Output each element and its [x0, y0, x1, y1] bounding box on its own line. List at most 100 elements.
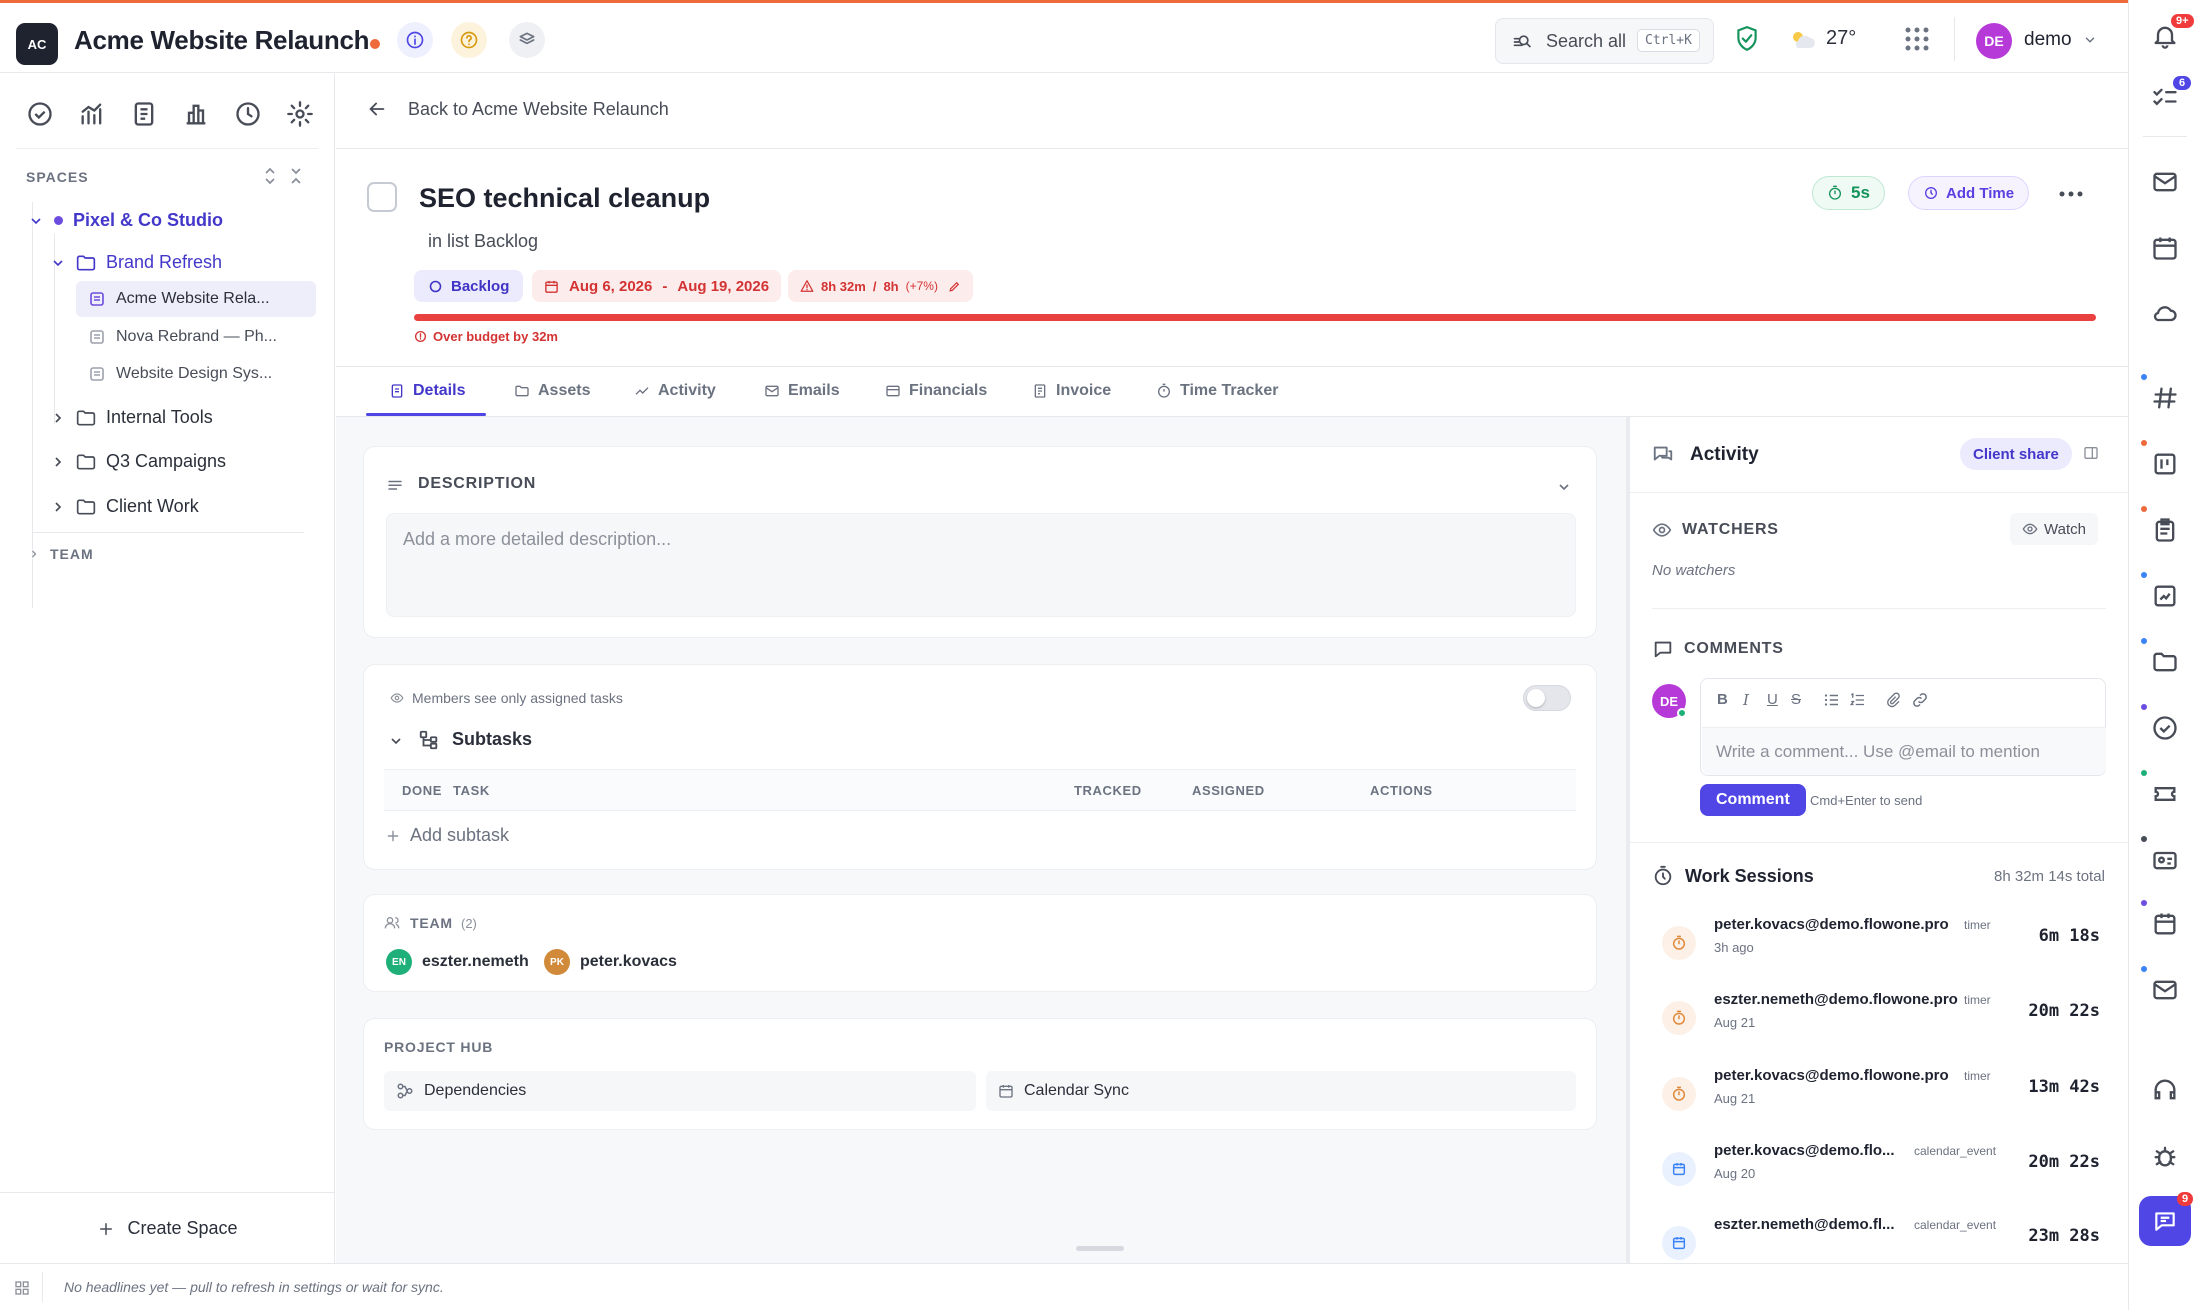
tab-time-tracker[interactable]: Time Tracker — [1156, 382, 1278, 400]
contacts-icon[interactable] — [2151, 846, 2179, 874]
apps-grid-icon[interactable] — [1903, 25, 1931, 53]
headset-icon[interactable] — [2151, 1076, 2179, 1104]
folder-item-brand-refresh[interactable]: Brand Refresh — [50, 252, 222, 273]
clock-icon[interactable] — [234, 100, 262, 128]
global-search[interactable]: Search all Ctrl+K — [1495, 18, 1714, 64]
work-session-row[interactable]: eszter.nemeth@demo.fl... calendar_event 23… — [1652, 1212, 2112, 1260]
tab-financials[interactable]: Financials — [885, 382, 987, 400]
dependencies-link[interactable]: Dependencies — [384, 1071, 976, 1111]
team-member[interactable]: EN eszter.nemeth — [386, 949, 529, 975]
hashtag-icon[interactable] — [2151, 384, 2179, 412]
info-button[interactable] — [397, 22, 433, 58]
check-circle-icon[interactable] — [2151, 714, 2179, 742]
warning-icon — [800, 280, 814, 292]
resize-handle[interactable] — [1076, 1246, 1124, 1251]
visibility-note: Members see only assigned tasks — [412, 690, 623, 706]
bullet-list-icon[interactable] — [1823, 691, 1841, 709]
client-share-button[interactable]: Client share — [1960, 438, 2072, 470]
paperclip-icon[interactable] — [1885, 691, 1901, 709]
create-space-button[interactable]: Create Space — [0, 1192, 335, 1264]
chevron-down-icon[interactable] — [1556, 479, 1572, 495]
strikethrough-button[interactable]: S — [1791, 691, 1801, 708]
work-session-row[interactable]: eszter.nemeth@demo.flowone.pro timer Aug 2… — [1652, 987, 2112, 1057]
user-avatar[interactable]: DE — [1976, 23, 2012, 59]
list-item-acme[interactable]: Acme Website Rela... — [90, 290, 270, 308]
no-watchers-text: No watchers — [1652, 562, 1736, 579]
comment-submit-button[interactable]: Comment — [1700, 784, 1806, 816]
document-icon[interactable] — [130, 100, 158, 128]
description-input[interactable]: Add a more detailed description... — [386, 513, 1576, 617]
folder-item-client-work[interactable]: Client Work — [50, 496, 199, 517]
calendar-icon — [999, 1085, 1013, 1098]
folder-item-q3-campaigns[interactable]: Q3 Campaigns — [50, 451, 226, 472]
tab-activity[interactable]: Activity — [634, 382, 716, 400]
bug-icon[interactable] — [2151, 1142, 2179, 1170]
workspace-logo[interactable]: AC — [16, 23, 58, 65]
chevron-down-icon[interactable] — [388, 733, 404, 749]
watch-button[interactable]: Watch — [2010, 513, 2098, 545]
collapse-all-icon[interactable] — [288, 166, 304, 186]
calendar-icon[interactable] — [2151, 234, 2179, 262]
add-time-button[interactable]: Add Time — [1908, 176, 2030, 210]
date-range-chip[interactable]: Aug 6, 2026 - Aug 19, 2026 — [532, 270, 782, 302]
grid-icon[interactable] — [14, 1280, 30, 1296]
team-section[interactable]: TEAM — [28, 546, 94, 562]
status-chip[interactable]: Backlog — [414, 270, 524, 302]
more-options-icon[interactable] — [2058, 190, 2084, 198]
time-budget-chip[interactable]: 8h 32m / 8h (+7%) — [788, 270, 973, 302]
sort-icon[interactable] — [262, 166, 278, 186]
help-button[interactable] — [451, 22, 487, 58]
shield-check-icon[interactable] — [1734, 25, 1760, 53]
user-name[interactable]: demo — [2024, 29, 2072, 51]
bar-chart-icon[interactable] — [182, 100, 210, 128]
italic-button[interactable]: I — [1743, 691, 1749, 709]
layers-button[interactable] — [509, 22, 545, 58]
report-icon[interactable] — [2151, 582, 2179, 610]
space-name: Pixel & Co Studio — [73, 210, 224, 230]
back-link[interactable]: Back to Acme Website Relaunch — [366, 98, 669, 120]
tab-emails[interactable]: Emails — [764, 382, 840, 400]
clipboard-icon[interactable] — [2151, 516, 2179, 544]
underline-button[interactable]: U — [1767, 691, 1778, 708]
timer-icon — [1662, 1077, 1696, 1111]
session-duration: 23m 28s — [2028, 1226, 2100, 1246]
comment-editor[interactable]: B I U S Write a comment... Use @email to… — [1700, 678, 2106, 776]
cloud-icon[interactable] — [2151, 299, 2179, 327]
sidebar-collapse-icon[interactable] — [2083, 445, 2099, 461]
tab-assets[interactable]: Assets — [514, 382, 590, 400]
space-item[interactable]: Pixel & Co Studio — [28, 210, 223, 231]
tab-invoice[interactable]: Invoice — [1032, 382, 1111, 400]
calendar-event-icon[interactable] — [2151, 910, 2179, 938]
calendar-sync-link[interactable]: Calendar Sync — [986, 1071, 1576, 1111]
work-session-row[interactable]: peter.kovacs@demo.flowone.pro timer 3h ago… — [1652, 912, 2112, 982]
list-item-nova[interactable]: Nova Rebrand — Ph... — [90, 328, 277, 346]
mail-send-icon[interactable] — [2151, 976, 2179, 1004]
team-member[interactable]: PK peter.kovacs — [544, 949, 677, 975]
work-session-row[interactable]: peter.kovacs@demo.flowone.pro timer Aug 21… — [1652, 1063, 2112, 1133]
budget-progress-bar — [414, 314, 2096, 321]
tab-details[interactable]: Details — [389, 382, 465, 400]
list-item-website-design[interactable]: Website Design Sys... — [90, 365, 272, 383]
ticket-icon[interactable] — [2151, 780, 2179, 808]
board-icon[interactable] — [2151, 450, 2179, 478]
add-subtask-button[interactable]: Add subtask — [386, 825, 509, 846]
timer-chip[interactable]: 5s — [1812, 176, 1885, 210]
work-sessions-total: 8h 32m 14s total — [1994, 868, 2105, 885]
folder-icon[interactable] — [2151, 648, 2179, 676]
task-complete-checkbox[interactable] — [367, 182, 397, 212]
invoice-icon — [1034, 384, 1046, 398]
folder-item-internal-tools[interactable]: Internal Tools — [50, 407, 213, 428]
mail-icon[interactable] — [2151, 168, 2179, 196]
numbered-list-icon[interactable] — [1849, 691, 1867, 709]
chevron-down-icon[interactable] — [2083, 33, 2097, 47]
check-circle-icon[interactable] — [26, 100, 54, 128]
task-title[interactable]: SEO technical cleanup — [419, 183, 710, 214]
chart-line-icon[interactable] — [78, 100, 106, 128]
members-only-toggle[interactable] — [1523, 685, 1571, 711]
work-session-row[interactable]: peter.kovacs@demo.flo... calendar_event Au… — [1652, 1138, 2112, 1208]
settings-gear-icon[interactable] — [286, 100, 314, 128]
comment-input[interactable]: Write a comment... Use @email to mention — [1702, 727, 2106, 775]
task-list-label: in list Backlog — [428, 231, 539, 251]
link-icon[interactable] — [1911, 691, 1929, 709]
bold-button[interactable]: B — [1717, 691, 1728, 708]
